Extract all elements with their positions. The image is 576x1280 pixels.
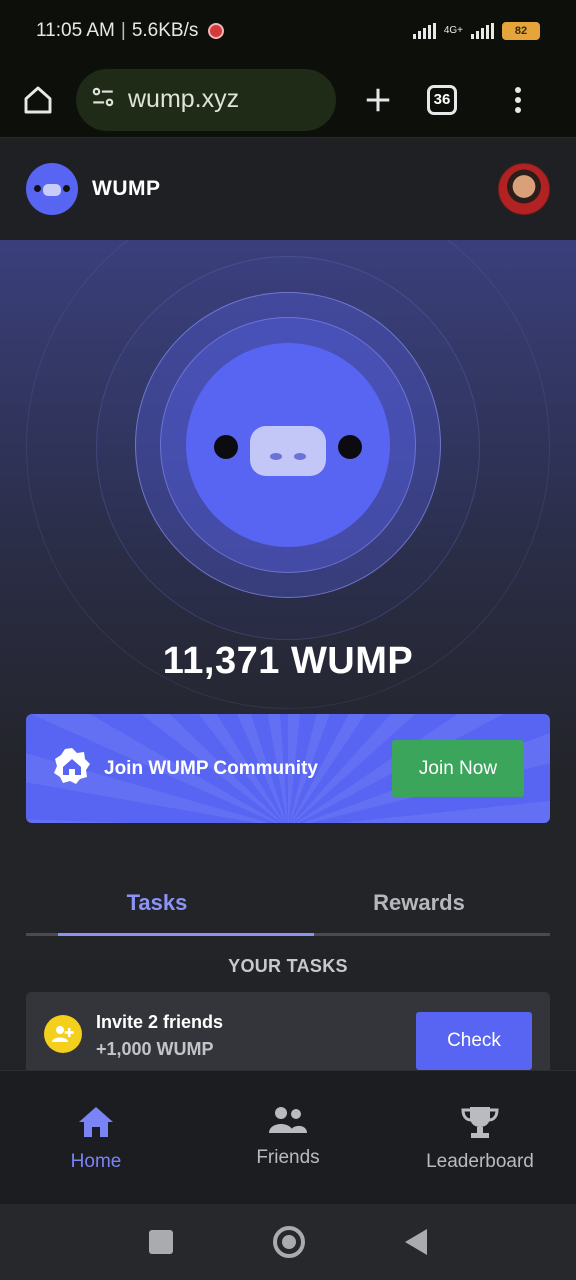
status-time: 11:05 AM (36, 20, 115, 41)
notification-icon (208, 23, 225, 39)
wump-logo-icon (26, 163, 78, 215)
task-info: Invite 2 friends +1,000 WUMP (96, 1012, 223, 1060)
browser-toolbar: wump.xyz 36 (0, 62, 576, 138)
app-header: WUMP (0, 138, 576, 240)
signal-icon (412, 23, 436, 39)
back-button-icon[interactable] (405, 1229, 427, 1255)
signal-icon-2 (471, 23, 494, 39)
task-reward: +1,000 WUMP (96, 1039, 214, 1059)
mascot-eye (214, 435, 238, 459)
battery-level: 82 (514, 25, 528, 37)
mascot-eye (338, 435, 362, 459)
join-now-button[interactable]: Join Now (392, 740, 524, 797)
address-bar[interactable]: wump.xyz (76, 68, 336, 131)
user-avatar[interactable] (498, 163, 550, 215)
join-community-card: Join WUMP Community Join Now (26, 714, 550, 823)
community-house-icon (52, 746, 92, 791)
nav-leaderboard-label: Leaderboard (426, 1151, 534, 1172)
add-friend-icon (44, 1015, 82, 1053)
tab-rewards[interactable]: Rewards (288, 874, 550, 933)
friends-icon (269, 1107, 307, 1133)
status-bar: 11:05 AM | 5.6KB/s 4G+ 82 (0, 0, 576, 62)
trophy-icon (461, 1107, 499, 1138)
wump-mascot-tap-target[interactable] (186, 343, 390, 547)
nav-home[interactable]: Home (0, 1071, 192, 1204)
new-tab-plus-icon[interactable] (358, 80, 398, 120)
tab-tasks[interactable]: Tasks (26, 874, 314, 936)
bottom-nav: Home Friends Leaderboard (0, 1070, 576, 1204)
tab-count[interactable]: 36 (427, 84, 457, 115)
nav-home-label: Home (70, 1151, 122, 1172)
mascot-snout (250, 426, 326, 476)
network-type: 4G+ (443, 25, 463, 36)
home-button-icon[interactable] (273, 1226, 305, 1258)
task-row: Invite 2 friends +1,000 WUMP Check (26, 992, 550, 1070)
check-task-button[interactable]: Check (416, 1012, 532, 1070)
nav-friends-label: Friends (256, 1147, 320, 1168)
tab-bar: Tasks Rewards (26, 874, 550, 936)
status-separator: | (120, 20, 126, 41)
join-community-info: Join WUMP Community (52, 746, 318, 791)
tab-switcher-icon[interactable]: 36 (422, 80, 462, 120)
status-right: 4G+ 82 (412, 22, 540, 40)
join-community-label: Join WUMP Community (104, 757, 318, 779)
nav-friends[interactable]: Friends (192, 1071, 384, 1204)
status-net-speed: 5.6KB/s (131, 20, 199, 41)
brand-name: WUMP (92, 177, 161, 200)
tasks-heading: YOUR TASKS (228, 956, 348, 976)
home-icon[interactable] (18, 80, 58, 120)
home-icon (79, 1107, 113, 1137)
recents-button-icon[interactable] (149, 1230, 173, 1254)
battery-icon: 82 (502, 22, 540, 40)
task-title: Invite 2 friends (96, 1012, 224, 1032)
overflow-menu-icon[interactable] (498, 80, 538, 120)
nav-leaderboard[interactable]: Leaderboard (384, 1071, 576, 1204)
token-balance: 11,371 WUMP (162, 640, 414, 682)
site-settings-icon[interactable] (90, 84, 116, 115)
system-nav-bar (0, 1204, 576, 1280)
main-content: 11,371 WUMP Join WUMP Community Join Now… (0, 240, 576, 1070)
status-left: 11:05 AM | 5.6KB/s (36, 20, 225, 42)
url-text[interactable]: wump.xyz (128, 85, 239, 114)
